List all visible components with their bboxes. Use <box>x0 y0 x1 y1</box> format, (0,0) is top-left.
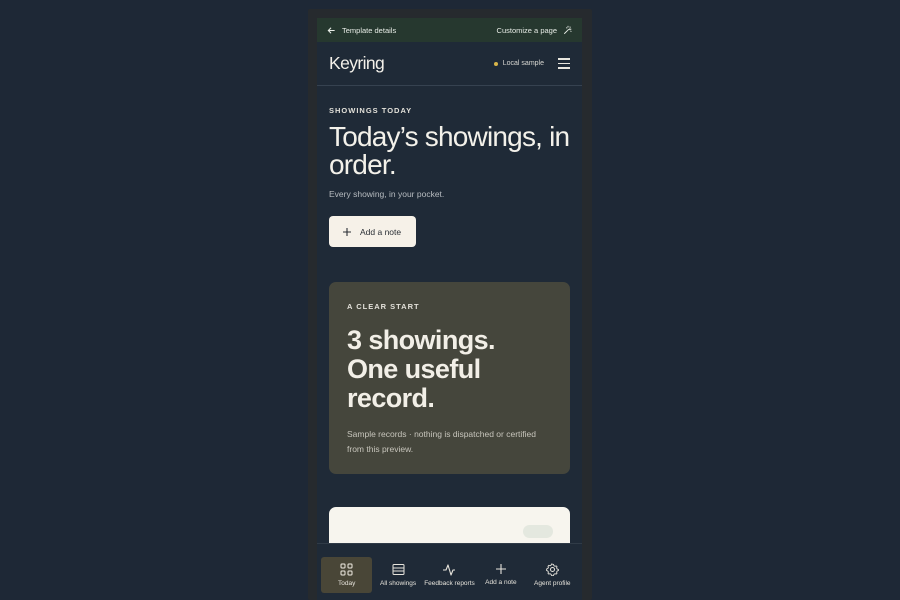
nav-add-note[interactable]: Add a note <box>475 557 526 593</box>
hamburger-menu-icon[interactable] <box>558 58 570 69</box>
gear-icon <box>545 563 559 576</box>
customize-page-label: Customize a page <box>496 25 557 35</box>
template-top-bar: Template details Customize a page <box>317 18 582 42</box>
grid-icon <box>340 563 353 576</box>
showing-status-pill <box>523 525 553 538</box>
app-header: Keyring Local sample <box>317 42 582 86</box>
status-dot-icon <box>493 61 498 66</box>
nav-today-label: Today <box>338 579 356 587</box>
magic-wand-icon <box>563 25 572 35</box>
arrow-left-icon <box>327 26 335 34</box>
summary-card: A CLEAR START 3 showings. One useful rec… <box>329 282 570 474</box>
nav-all-showings[interactable]: All showings <box>372 557 423 593</box>
template-details-label: Template details <box>342 25 397 35</box>
summary-eyebrow: A CLEAR START <box>347 302 420 311</box>
nav-today[interactable]: Today <box>321 557 373 593</box>
template-details-link[interactable]: Template details <box>327 26 396 35</box>
summary-title: 3 showings. One useful record. <box>347 325 496 413</box>
page-subtitle: Every showing, in your pocket. <box>329 189 445 199</box>
list-icon <box>392 563 405 575</box>
add-note-button[interactable]: Add a note <box>329 216 416 247</box>
phone-screen: Template details Customize a page Keyrin… <box>317 18 582 600</box>
activity-icon <box>443 564 456 576</box>
nav-feedback-reports[interactable]: Feedback reports <box>424 557 475 593</box>
customize-page-link[interactable]: Customize a page <box>497 25 573 35</box>
add-note-label: Add a note <box>360 226 402 237</box>
brand-logo[interactable]: Keyring <box>329 53 385 74</box>
sample-status: Local sample <box>493 60 544 67</box>
hero-eyebrow: SHOWINGS TODAY <box>329 106 413 115</box>
plus-icon <box>343 227 351 236</box>
nav-agent-profile-label: Agent profile <box>534 579 571 587</box>
main-content: SHOWINGS TODAY Today’s showings, in orde… <box>317 106 582 474</box>
nav-feedback-reports-label: Feedback reports <box>424 579 475 587</box>
sample-status-label: Local sample <box>502 60 544 67</box>
page-title: Today’s showings, in order. <box>329 121 570 180</box>
nav-add-note-label: Add a note <box>485 579 517 587</box>
plus-icon <box>495 564 506 575</box>
nav-all-showings-label: All showings <box>380 579 417 587</box>
bottom-navigation: Today All showings Feedback reports Add … <box>317 543 582 600</box>
nav-agent-profile[interactable]: Agent profile <box>527 557 578 593</box>
summary-note: Sample records · nothing is dispatched o… <box>347 429 536 454</box>
